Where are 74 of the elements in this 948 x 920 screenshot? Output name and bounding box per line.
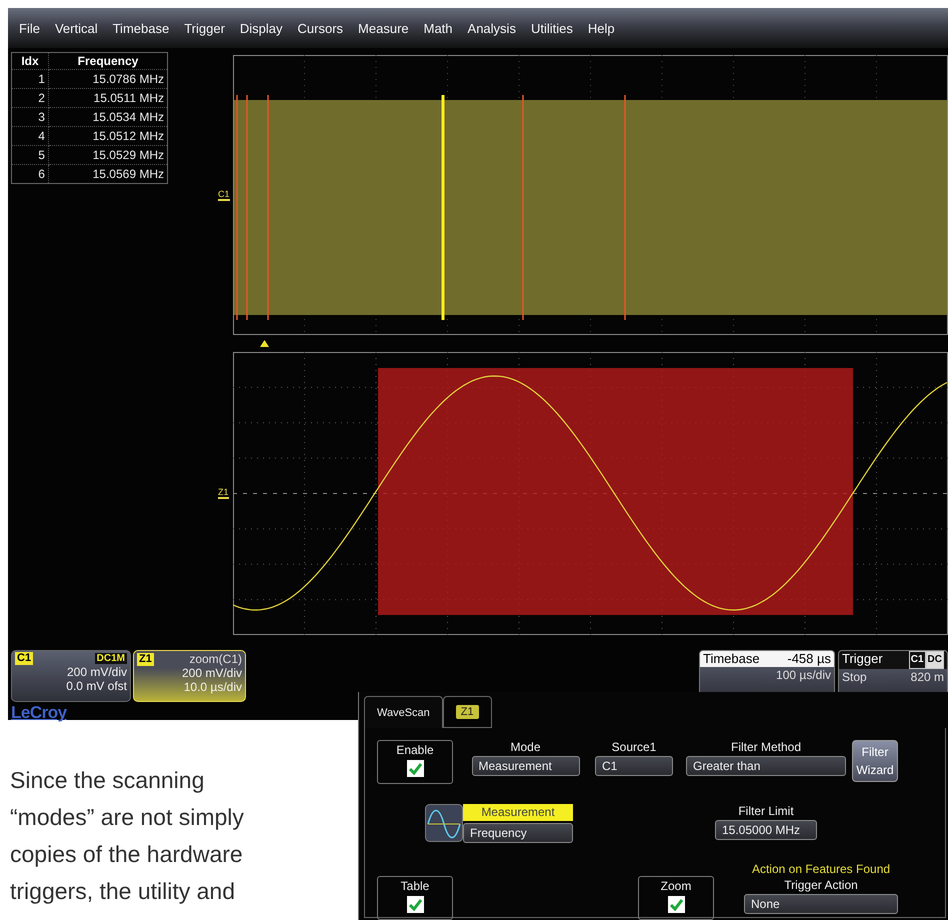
column-header: Idx [12,52,48,70]
trigger-marker-icon [260,340,269,347]
source-dropdown[interactable]: C1 [595,756,673,776]
menu-item[interactable]: Trigger [184,20,225,36]
channel-descriptor[interactable]: Z1 zoom(C1) 200 mV/div 10.0 µs/div [133,650,246,702]
table-label: Table [400,879,430,893]
filter-method-dropdown[interactable]: Greater than [686,756,846,776]
action-heading: Action on Features Found [752,862,890,876]
menu-item[interactable]: Display [240,20,283,36]
logo: LeCroy [11,703,67,723]
filter-limit-label: Filter Limit [738,804,794,818]
mode-label: Mode [510,740,541,754]
menu-item[interactable]: Help [588,20,615,36]
trigger-title: Trigger [842,651,883,668]
source-label: Source1 [612,740,656,754]
menu-item[interactable]: Analysis [468,20,516,36]
trigger-action-label: Trigger Action [784,878,858,892]
table-cell: 15.0529 MHz [48,146,168,164]
measurement-icon[interactable] [425,804,463,842]
filter-limit-field[interactable]: 15.05000 MHz [715,820,817,840]
filter-wizard-button[interactable]: Filter Wizard [852,740,898,782]
checkbox[interactable] [668,896,684,913]
channel-scale: 10.0 µs/div [182,680,242,694]
channel-source: zoom(C1) [189,652,242,666]
menu-item[interactable]: File [19,20,40,36]
table-cell: 15.0511 MHz [48,88,168,108]
checkbox[interactable] [406,896,424,913]
body-paragraph: Since the scanning “modes” are not simply copies of the hardware triggers, the utility and [10,766,244,906]
channel-scale: 200 mV/div [180,666,242,680]
table-cell: 6 [12,164,48,184]
menu-item[interactable]: Cursors [298,20,344,36]
table-cell: 15.0786 MHz [48,70,168,88]
menu-item[interactable]: Measure [358,20,409,36]
trace-label: C1 [218,190,230,200]
trigger-threshold: 820 m [910,669,944,685]
trigger-mode: Stop [842,669,867,685]
menu-item[interactable]: Timebase [112,20,170,36]
channel-source: DC1M [94,653,127,664]
menu-item[interactable]: Math [424,20,453,36]
table-cell: 4 [12,126,48,146]
table-cell: 1 [12,70,48,88]
trigger-source: C1 [908,651,926,669]
trigger-action-dropdown[interactable]: None [744,894,898,914]
channel-scale: 0.0 mV ofst [65,679,127,693]
timebase-delay: -458 µs [787,651,831,667]
timebase-title: Timebase [703,651,760,667]
channel-badge: Z1 [137,652,154,666]
zoom-label: Zoom [660,879,692,893]
column-header: Frequency [48,52,168,70]
timebase-scale: 100 µs/div [776,667,831,683]
menu-item[interactable]: Vertical [54,20,98,36]
channel-descriptor[interactable]: C1 DC1M 200 mV/div 0.0 mV ofst [11,650,131,702]
measurement-header: Measurement [463,804,573,821]
enable-label: Enable [396,743,434,757]
check-icon [670,898,682,910]
channel-scale: 200 mV/div [66,665,127,679]
table-cell: 2 [12,88,48,108]
checkbox[interactable] [406,760,424,777]
table-cell: 15.0512 MHz [48,126,168,146]
table-cell: 3 [12,108,48,126]
trace-label: Z1 [218,488,229,499]
table-cell: 5 [12,146,48,164]
dialog-tab[interactable]: WaveScan [364,696,443,728]
parameter-dropdown[interactable]: Frequency [463,823,573,843]
trigger-coupling: DC [926,651,944,669]
mode-dropdown[interactable]: Measurement [472,756,580,776]
check-icon [408,762,422,774]
table-cell: 15.0569 MHz [48,164,168,184]
filter-method-label: Filter Method [730,740,802,754]
menu-item[interactable]: Utilities [530,20,573,36]
check-icon [408,898,422,910]
dialog-tab[interactable]: Z1 [442,696,492,728]
table-cell: 15.0534 MHz [48,108,168,126]
channel-badge: C1 [15,652,34,665]
